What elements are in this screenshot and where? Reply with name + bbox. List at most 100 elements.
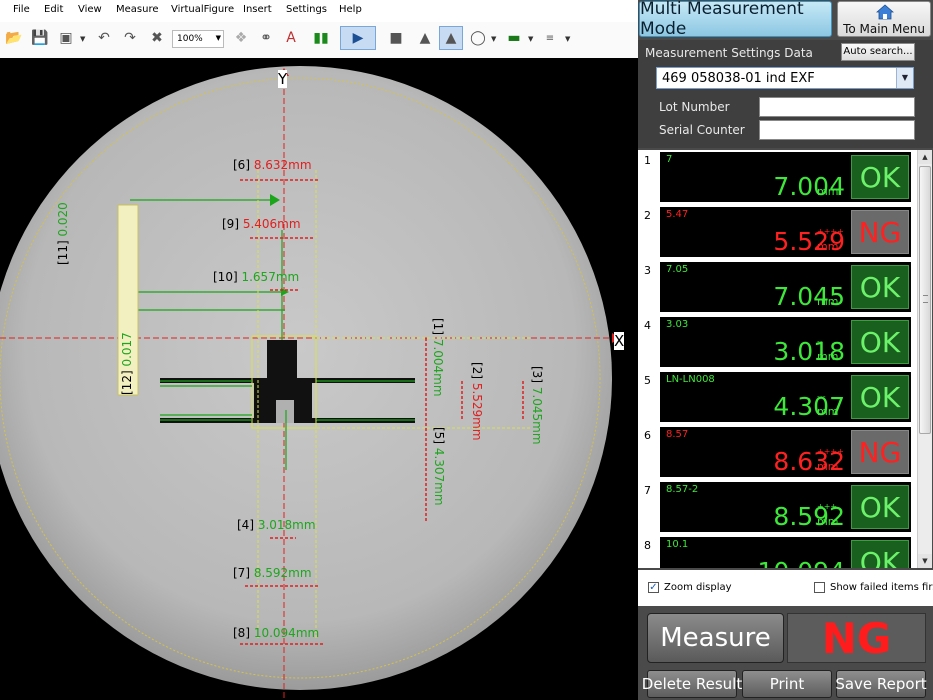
menu-view[interactable]: View xyxy=(78,4,102,15)
search-text-icon[interactable]: ⚭ xyxy=(254,26,278,50)
play-icon[interactable]: ▶ xyxy=(340,26,376,50)
dimension-id: [8] xyxy=(233,626,250,640)
settings-select[interactable]: 469 058038-01 ind EXF ▼ xyxy=(656,67,914,89)
export-dropdown-icon[interactable]: ▼ xyxy=(80,35,85,43)
dimension-label-6[interactable]: [6] 8.632mm xyxy=(233,158,312,172)
image-viewer[interactable]: Y X [6] 8.632mm [9] 5.406mm [10] 1.657mm… xyxy=(0,58,638,700)
dimension-id: [11] xyxy=(56,240,70,265)
dimension-label-5[interactable]: [5] 4.307mm xyxy=(432,427,446,547)
chevron-down-icon: ▼ xyxy=(215,34,221,42)
result-row[interactable]: 5 LN-LN008 4.307 --- mm OK xyxy=(638,370,917,425)
dimension-value: 7.045mm xyxy=(530,386,544,445)
zoom-select[interactable]: 100% ▼ xyxy=(172,30,224,48)
tree-group-icon[interactable]: ▲ xyxy=(439,26,463,50)
dimension-label-10[interactable]: [10] 1.657mm xyxy=(213,270,299,284)
delete-result-button[interactable]: Delete Result xyxy=(642,670,742,698)
export-icon[interactable]: ▣ xyxy=(54,26,78,50)
auto-search-button[interactable]: Auto search... xyxy=(841,43,915,61)
result-row[interactable]: 810.110.094mmOK xyxy=(638,535,917,568)
chevron-down-icon: ▼ xyxy=(896,68,913,88)
menu-edit[interactable]: Edit xyxy=(44,4,63,15)
result-number: 2 xyxy=(644,209,651,222)
result-row[interactable]: 4 3.03 3.018 -- mm OK xyxy=(638,315,917,370)
scroll-thumb[interactable] xyxy=(919,166,931,434)
result-box: 7.05 7.045 mm OK xyxy=(660,262,911,312)
part-bore xyxy=(276,400,294,423)
tree-tool-icon[interactable]: ▲ xyxy=(413,26,437,50)
menu-virtualfigure[interactable]: VirtualFigure xyxy=(171,4,234,15)
result-number: 6 xyxy=(644,429,651,442)
result-row[interactable]: 6 8.57 8.632 ++++ mm NG xyxy=(638,425,917,480)
line-width-icon[interactable]: ≡ xyxy=(538,26,562,50)
selection-dropdown-icon[interactable]: ▼ xyxy=(491,35,496,43)
dimension-label-12[interactable]: [12] 0.017 xyxy=(120,245,134,395)
results-list[interactable]: 1 7 7.004 mm OK 2 5.47 5.529 ++++ mm NG 3 7.05 7.045 m… xyxy=(638,150,917,568)
dimension-value: 3.018mm xyxy=(257,518,316,532)
zoom-value: 100% xyxy=(177,34,203,44)
result-judgment: OK xyxy=(851,265,909,309)
dimension-value: 5.529mm xyxy=(470,382,484,441)
selection-icon[interactable]: ◯ xyxy=(466,26,490,50)
result-box: 5.47 5.529 ++++ mm NG xyxy=(660,207,911,257)
dimension-label-11[interactable]: [11] 0.020 xyxy=(56,115,70,265)
result-name: LN-LN008 xyxy=(666,374,715,385)
results-scrollbar[interactable]: ▲ ▼ xyxy=(917,150,932,568)
menu-measure[interactable]: Measure xyxy=(116,4,159,15)
dimension-id: [10] xyxy=(213,270,238,284)
dimension-id: [3] xyxy=(530,366,544,383)
dimension-id: [6] xyxy=(233,158,250,172)
dimension-value: 1.657mm xyxy=(241,270,300,284)
result-unit: mm xyxy=(817,460,839,473)
undo-icon[interactable]: ↶ xyxy=(92,26,116,50)
dimension-label-3[interactable]: [3] 7.045mm xyxy=(530,366,544,486)
dimension-value: 7.004mm xyxy=(431,338,445,397)
open-folder-icon[interactable]: 📂 xyxy=(2,26,26,50)
stop-icon[interactable]: ■ xyxy=(381,26,411,50)
save-icon[interactable]: 💾 xyxy=(28,26,52,50)
zoom-display-checkbox[interactable]: ✓ xyxy=(648,582,659,593)
show-failed-checkbox[interactable] xyxy=(814,582,825,593)
result-row[interactable]: 3 7.05 7.045 mm OK xyxy=(638,260,917,315)
scroll-up-icon[interactable]: ▲ xyxy=(918,150,932,164)
menu-settings[interactable]: Settings xyxy=(286,4,327,15)
pick-tool-icon[interactable]: ❖ xyxy=(229,26,253,50)
result-name: 3.03 xyxy=(666,319,689,330)
result-name: 10.1 xyxy=(666,539,689,550)
result-unit: mm xyxy=(817,350,839,363)
result-unit: mm xyxy=(817,185,839,198)
dimension-value: 10.094mm xyxy=(253,626,320,640)
dimension-label-2[interactable]: [2] 5.529mm xyxy=(470,362,484,482)
show-failed-label: Show failed items first xyxy=(830,582,933,593)
measure-button[interactable]: Measure xyxy=(647,613,784,663)
result-unit: mm xyxy=(817,405,839,418)
dimension-label-1[interactable]: [1] 7.004mm xyxy=(431,318,445,438)
result-number: 8 xyxy=(644,539,651,552)
menu-file[interactable]: File xyxy=(13,4,30,15)
serial-counter-input[interactable] xyxy=(759,120,915,140)
menu-insert[interactable]: Insert xyxy=(243,4,272,15)
result-row[interactable]: 1 7 7.004 mm OK xyxy=(638,150,917,205)
text-tool-icon[interactable]: A xyxy=(279,26,303,50)
menu-help[interactable]: Help xyxy=(339,4,362,15)
main-menu-button[interactable]: To Main Menu xyxy=(837,1,931,37)
print-button[interactable]: Print xyxy=(742,670,832,698)
fill-color-icon[interactable]: ▬ xyxy=(502,26,526,50)
scroll-down-icon[interactable]: ▼ xyxy=(918,554,932,568)
dimension-value: 0.017 xyxy=(120,332,134,367)
fill-dropdown-icon[interactable]: ▼ xyxy=(528,35,533,43)
save-report-button[interactable]: Save Report xyxy=(835,670,927,698)
lot-number-input[interactable] xyxy=(759,97,915,117)
delete-icon[interactable]: ✖ xyxy=(145,26,169,50)
line-width-dropdown-icon[interactable]: ▼ xyxy=(565,35,570,43)
settings-select-value: 469 058038-01 ind EXF xyxy=(662,71,815,86)
dimension-label-9[interactable]: [9] 5.406mm xyxy=(222,217,301,231)
redo-icon[interactable]: ↷ xyxy=(118,26,142,50)
dimension-label-4[interactable]: [4] 3.018mm xyxy=(237,518,316,532)
dimension-label-7[interactable]: [7] 8.592mm xyxy=(233,566,312,580)
signal-bar-icon[interactable]: ▮▮ xyxy=(309,26,333,50)
result-row[interactable]: 2 5.47 5.529 ++++ mm NG xyxy=(638,205,917,260)
dimension-label-8[interactable]: [8] 10.094mm xyxy=(233,626,319,640)
result-row[interactable]: 7 8.57-2 8.592 +++ mm OK xyxy=(638,480,917,535)
result-mark: +++ xyxy=(817,502,838,511)
result-judgment: OK xyxy=(851,485,909,529)
